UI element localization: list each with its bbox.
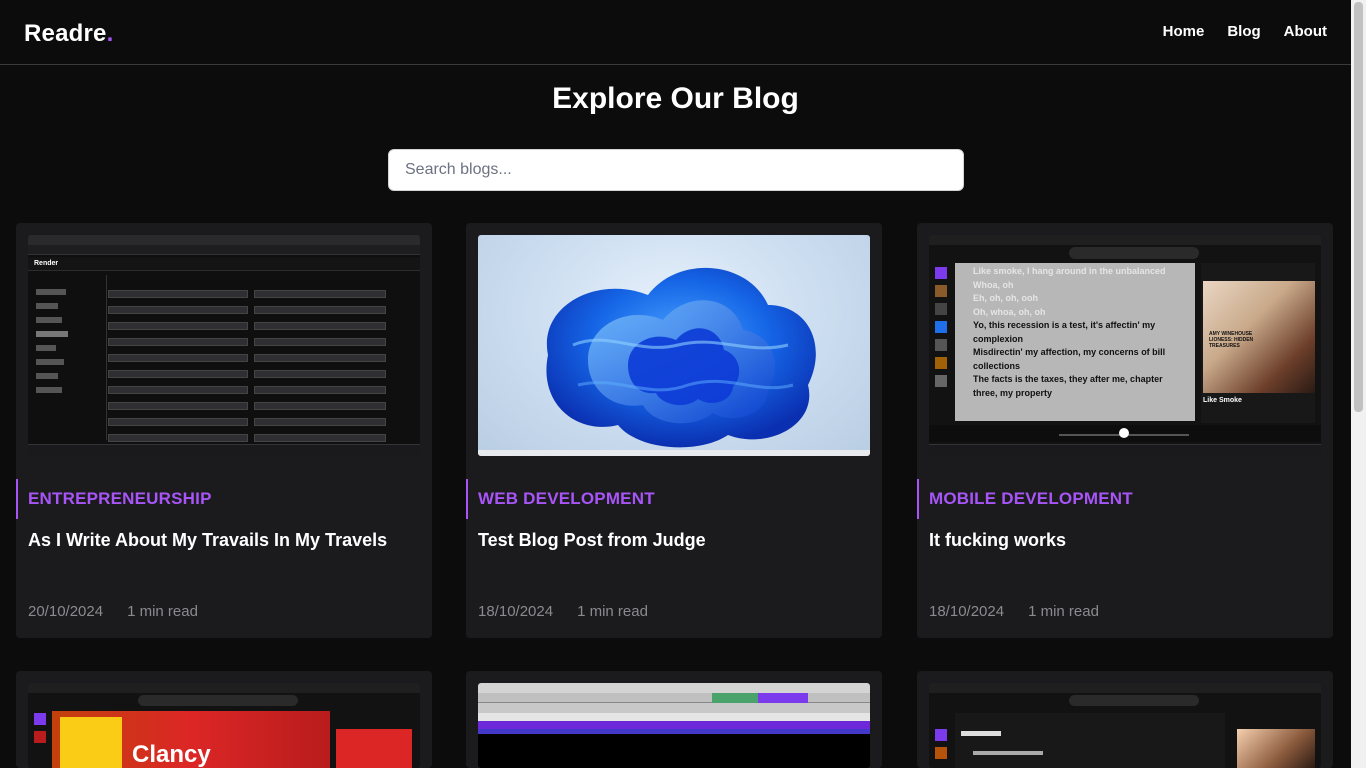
post-thumbnail	[478, 235, 870, 456]
post-category[interactable]: ENTREPRENEURSHIP	[16, 479, 212, 519]
post-date: 18/10/2024	[929, 603, 1005, 620]
album-title-text: LIONESS: HIDDEN TREASURES	[1209, 337, 1254, 349]
nav-home-link[interactable]: Home	[1163, 23, 1205, 40]
post-category[interactable]: WEB DEVELOPMENT	[466, 479, 655, 519]
post-thumbnail: Like smoke, I hang around in the unbalan…	[929, 235, 1321, 456]
scrollbar-thumb[interactable]	[1354, 2, 1363, 412]
page-title: Explore Our Blog	[552, 82, 799, 115]
post-title[interactable]: It fucking works	[929, 530, 1066, 551]
windows-bloom-image	[478, 267, 870, 456]
blog-card[interactable]: Clancy	[16, 671, 432, 768]
blog-card[interactable]: Like smoke, I hang around in the unbalan…	[917, 223, 1333, 638]
nav-about-link[interactable]: About	[1284, 23, 1327, 40]
post-meta: 20/10/2024 1 min read	[28, 603, 198, 620]
search-input[interactable]	[388, 149, 964, 191]
post-read-time: 1 min read	[127, 603, 198, 620]
post-thumbnail	[478, 683, 870, 768]
render-label: Render	[34, 260, 59, 267]
brand-logo[interactable]: Readre.	[24, 20, 113, 48]
track-title-text: Like Smoke	[1203, 397, 1242, 404]
nav-blog-link[interactable]: Blog	[1227, 23, 1260, 40]
brand-name: Readre	[24, 20, 107, 47]
blog-card[interactable]: WEB DEVELOPMENT Test Blog Post from Judg…	[466, 223, 882, 638]
album-clancy-text: Clancy	[132, 741, 211, 768]
post-thumbnail: Render	[28, 235, 420, 456]
nav-links: Home Blog About	[1163, 23, 1327, 40]
blog-card[interactable]	[466, 671, 882, 768]
blog-card[interactable]: Render ENTREPRENEURSHIP As I Write About…	[16, 223, 432, 638]
page-scrollbar[interactable]	[1351, 0, 1366, 768]
post-meta: 18/10/2024 1 min read	[929, 603, 1099, 620]
post-title[interactable]: As I Write About My Travails In My Trave…	[28, 530, 387, 551]
post-title[interactable]: Test Blog Post from Judge	[478, 530, 706, 551]
post-meta: 18/10/2024 1 min read	[478, 603, 648, 620]
post-date: 20/10/2024	[28, 603, 104, 620]
post-read-time: 1 min read	[577, 603, 648, 620]
post-thumbnail	[929, 683, 1321, 768]
post-category[interactable]: MOBILE DEVELOPMENT	[917, 479, 1133, 519]
brand-dot: .	[106, 20, 114, 47]
post-date: 18/10/2024	[478, 603, 554, 620]
post-read-time: 1 min read	[1028, 603, 1099, 620]
post-thumbnail: Clancy	[28, 683, 420, 768]
top-navbar: Readre. Home Blog About	[0, 0, 1351, 65]
blog-card[interactable]	[917, 671, 1333, 768]
lyrics-panel: Like smoke, I hang around in the unbalan…	[955, 263, 1195, 421]
